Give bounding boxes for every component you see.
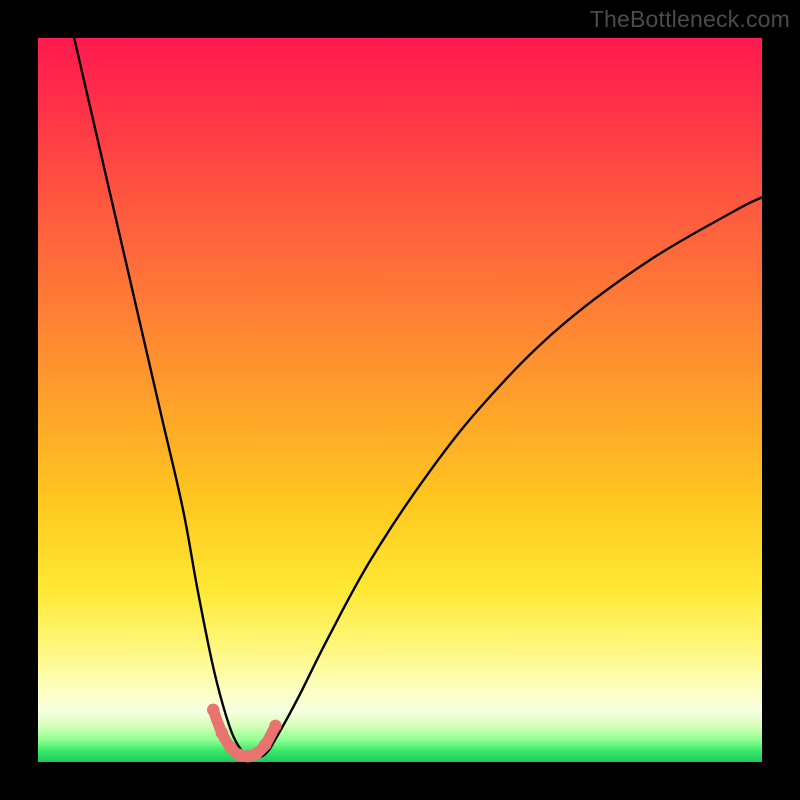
curve-layer xyxy=(38,38,762,762)
plot-area xyxy=(38,38,762,762)
emphasis-dot xyxy=(259,738,271,750)
emphasis-dot xyxy=(269,720,281,732)
chart-frame: TheBottleneck.com xyxy=(0,0,800,800)
emphasis-dot xyxy=(216,727,228,739)
watermark-text: TheBottleneck.com xyxy=(590,6,790,33)
bottleneck-curve xyxy=(74,38,762,758)
emphasis-dot xyxy=(207,704,219,716)
